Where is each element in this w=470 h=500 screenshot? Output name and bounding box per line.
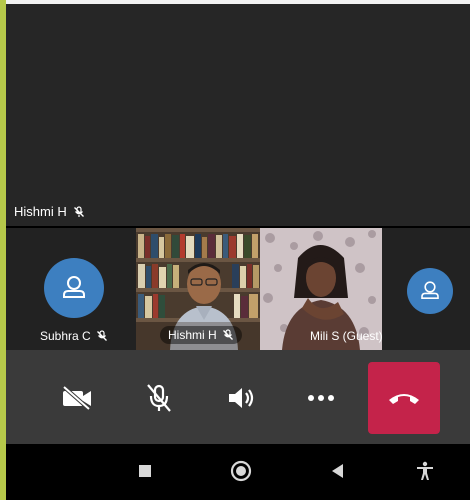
participant-tile[interactable] (382, 228, 470, 350)
speaker-button[interactable] (216, 378, 266, 418)
recents-button[interactable] (130, 456, 160, 486)
participant-tile[interactable]: Mili S (Guest) (260, 228, 382, 350)
main-speaker-label: Hishmi H (14, 204, 85, 219)
recents-icon (139, 465, 151, 477)
participant-tile[interactable]: Hishmi H (136, 228, 260, 350)
avatar (44, 258, 104, 318)
participant-label: Hishmi H (160, 326, 242, 344)
participant-tile[interactable]: Subhra C (6, 228, 136, 350)
more-options-button[interactable] (296, 378, 346, 418)
participant-label: Mili S (Guest) (310, 329, 382, 343)
main-stage[interactable] (6, 4, 470, 226)
accessibility-icon (417, 461, 433, 480)
hang-up-icon (389, 394, 419, 404)
avatar (407, 268, 453, 314)
participant-name: Mili S (Guest) (310, 329, 382, 343)
camera-toggle-button[interactable] (52, 378, 102, 418)
home-icon (230, 460, 252, 482)
end-call-button[interactable] (368, 362, 440, 434)
accessibility-button[interactable] (410, 456, 440, 486)
person-icon (63, 276, 85, 298)
participant-label: Subhra C (40, 329, 108, 343)
camera-off-icon (62, 385, 91, 411)
back-icon (332, 464, 343, 478)
back-button[interactable] (322, 456, 352, 486)
meeting-screen: Hishmi H Subhra C Hishmi H Mili S (Guest… (0, 0, 470, 500)
home-button[interactable] (226, 456, 256, 486)
mic-off-icon (222, 329, 233, 340)
mic-off-icon (147, 384, 171, 412)
participant-name: Hishmi H (168, 328, 217, 342)
participant-name: Subhra C (40, 329, 91, 343)
person-icon (421, 281, 439, 299)
main-speaker-name: Hishmi H (14, 204, 67, 219)
mic-toggle-button[interactable] (134, 378, 184, 418)
mic-off-icon (96, 330, 107, 341)
more-icon (308, 395, 334, 401)
speaker-icon (229, 388, 254, 408)
mic-off-icon (73, 205, 84, 217)
